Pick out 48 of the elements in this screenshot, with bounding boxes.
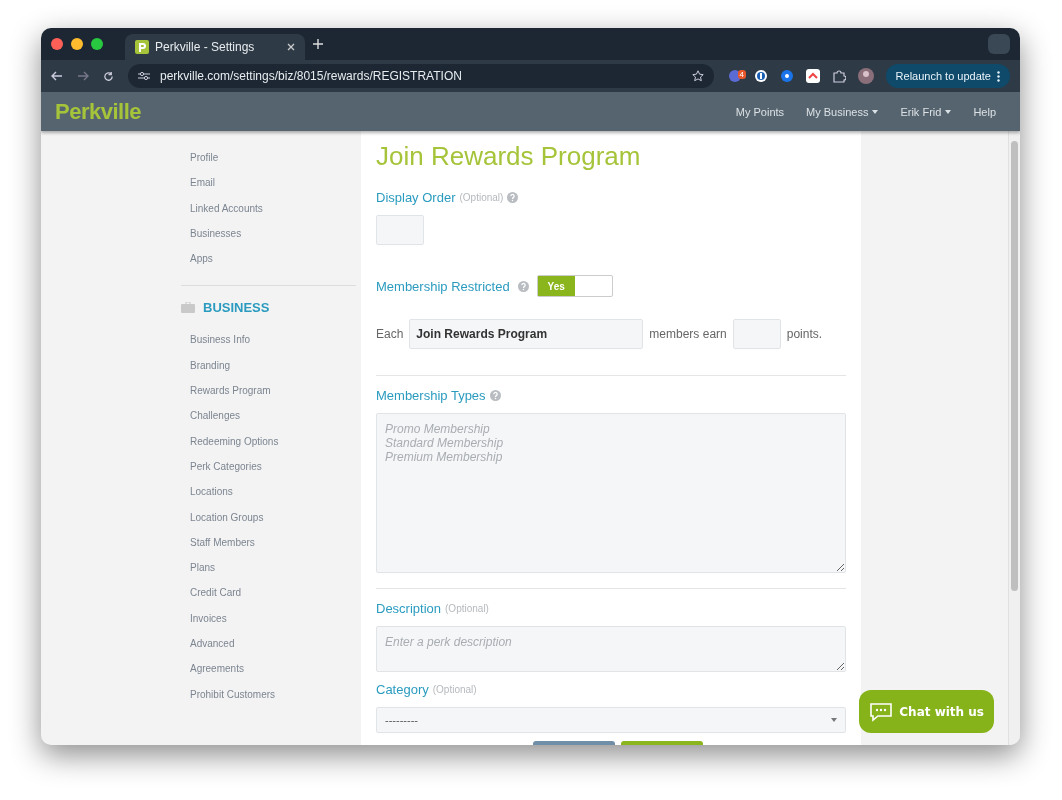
sidebar-item[interactable]: Plans — [190, 555, 347, 581]
label-text: members earn — [649, 327, 727, 341]
sidebar-item[interactable]: Invoices — [190, 605, 347, 632]
field-label: Membership Types — [376, 388, 486, 403]
address-bar[interactable]: perkville.com/settings/biz/8015/rewards/REGISTRATION — [128, 64, 714, 88]
nav-link[interactable]: My Business — [806, 105, 879, 118]
sidebar-item[interactable]: Linked Accounts — [190, 195, 347, 221]
field-label: Membership Restricted — [376, 278, 510, 294]
relaunch-button[interactable]: Relaunch to update — [885, 64, 1010, 88]
nav-link[interactable]: Help — [973, 105, 996, 118]
toggle-switch[interactable]: Yes — [536, 275, 613, 297]
sidebar-item[interactable]: Advanced — [190, 631, 347, 657]
field-label: Description — [376, 601, 442, 616]
sidebar-item[interactable]: Perk Categories — [190, 453, 347, 480]
field-label: Display Order — [376, 190, 456, 205]
page-title: Join Rewards Program — [376, 141, 642, 172]
sidebar-item[interactable]: Redeeming Options — [190, 428, 347, 454]
logo[interactable]: Perkville — [55, 98, 141, 125]
chat-button[interactable]: Chat with us — [859, 690, 994, 733]
sidebar-item[interactable]: Prohibit Customers — [190, 681, 347, 707]
nav-link[interactable]: My Points — [735, 105, 785, 118]
label-text: Each — [376, 327, 404, 341]
nav-link[interactable]: Erik Frid — [900, 105, 952, 118]
label-text: points. — [786, 327, 823, 341]
section-heading: BUSINESS — [203, 300, 270, 316]
sidebar-item[interactable]: Rewards Program — [190, 378, 347, 404]
optional-hint: (Optional) — [445, 603, 489, 614]
select-field[interactable]: --------- — [376, 707, 846, 733]
sidebar-item[interactable]: Staff Members — [190, 529, 347, 556]
sidebar-item[interactable]: Business Info — [190, 327, 347, 353]
field-label: Category — [376, 682, 429, 697]
optional-hint: (Optional) — [459, 192, 504, 203]
sidebar-item[interactable]: Challenges — [190, 403, 347, 429]
browser-tab[interactable]: Perkville - Settings — [125, 34, 305, 60]
sidebar-item[interactable]: Profile — [190, 145, 347, 171]
sidebar-item[interactable]: Apps — [190, 246, 347, 272]
sidebar-item[interactable]: Businesses — [190, 220, 347, 247]
sidebar-item[interactable]: Agreements — [190, 656, 347, 682]
sidebar-item[interactable]: Locations — [190, 479, 347, 505]
sidebar-item[interactable]: Email — [190, 170, 347, 196]
notification-badge: 4 — [737, 70, 747, 79]
optional-hint: (Optional) — [432, 684, 477, 695]
text-area[interactable]: Enter a perk description — [376, 626, 846, 672]
sidebar-item[interactable]: Location Groups — [190, 504, 347, 530]
sidebar-item[interactable]: Credit Card — [190, 580, 347, 606]
input-field[interactable]: Join Rewards Program — [409, 319, 644, 349]
sidebar-item[interactable]: Branding — [190, 352, 347, 379]
text-area[interactable]: Promo Membership Standard Membership Premium Membership — [376, 413, 846, 573]
